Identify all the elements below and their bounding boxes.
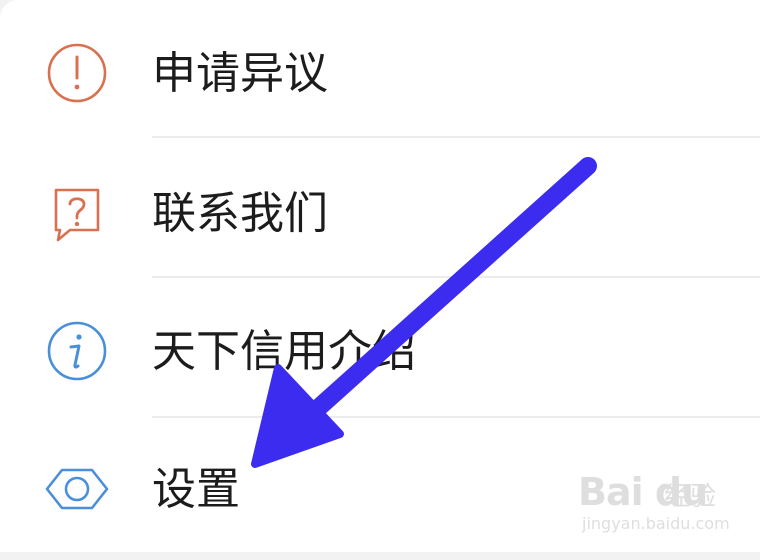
watermark-url: jingyan.baidu.com bbox=[582, 514, 730, 533]
divider bbox=[152, 276, 760, 278]
menu-item-label: 联系我们 bbox=[152, 188, 328, 239]
menu-item-contact-us[interactable]: 联系我们 bbox=[0, 142, 760, 280]
divider bbox=[152, 416, 760, 418]
divider bbox=[152, 136, 760, 138]
info-circle-icon bbox=[44, 318, 110, 384]
menu-item-appeal[interactable]: 申请异议 bbox=[0, 4, 760, 142]
baidu-jingyan-watermark: Bai du 经验 jingyan.baidu.com bbox=[578, 470, 730, 542]
question-bubble-icon bbox=[44, 182, 110, 248]
menu-item-label: 申请异议 bbox=[152, 48, 328, 99]
menu-item-label: 设置 bbox=[152, 464, 240, 515]
watermark-cn: 经验 bbox=[664, 482, 717, 512]
hexagon-settings-icon bbox=[44, 456, 110, 522]
exclamation-circle-icon bbox=[44, 40, 110, 106]
menu-item-label: 天下信用介绍 bbox=[152, 326, 416, 377]
menu-item-credit-intro[interactable]: 天下信用介绍 bbox=[0, 282, 760, 420]
